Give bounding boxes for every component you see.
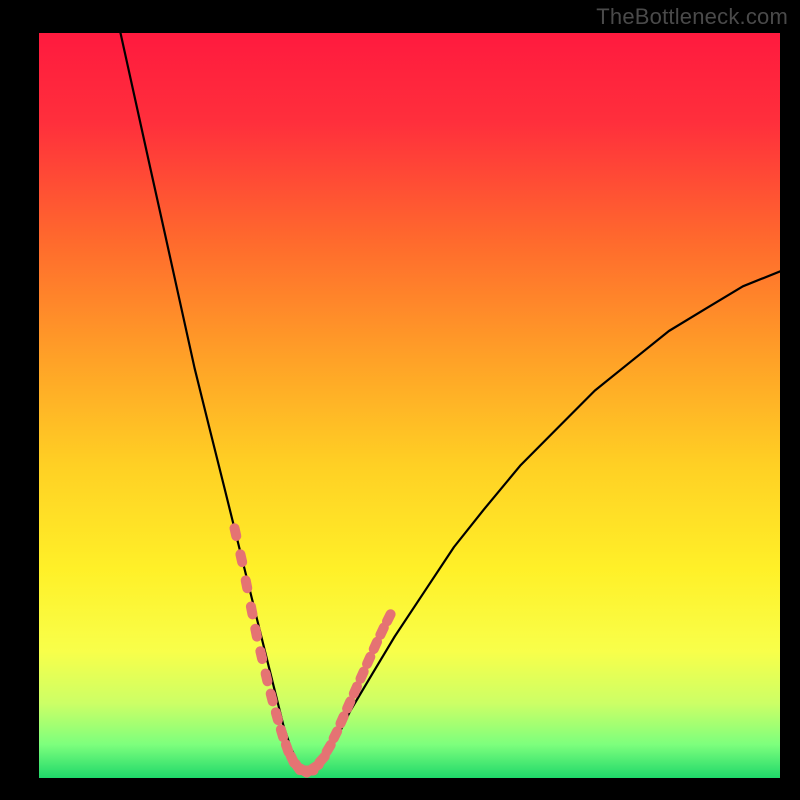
marker-dot	[240, 574, 253, 594]
marker-dot	[229, 522, 243, 542]
marker-dot	[254, 645, 268, 665]
plot-area	[39, 33, 780, 778]
bottleneck-curve	[121, 33, 781, 771]
marker-dot	[265, 688, 279, 708]
marker-dot	[234, 548, 248, 568]
marker-dot	[245, 601, 258, 621]
chart-svg	[39, 33, 780, 778]
watermark-text: TheBottleneck.com	[596, 4, 788, 30]
marker-dot	[260, 668, 274, 688]
outer-frame: TheBottleneck.com	[0, 0, 800, 800]
marker-dot	[249, 623, 262, 643]
